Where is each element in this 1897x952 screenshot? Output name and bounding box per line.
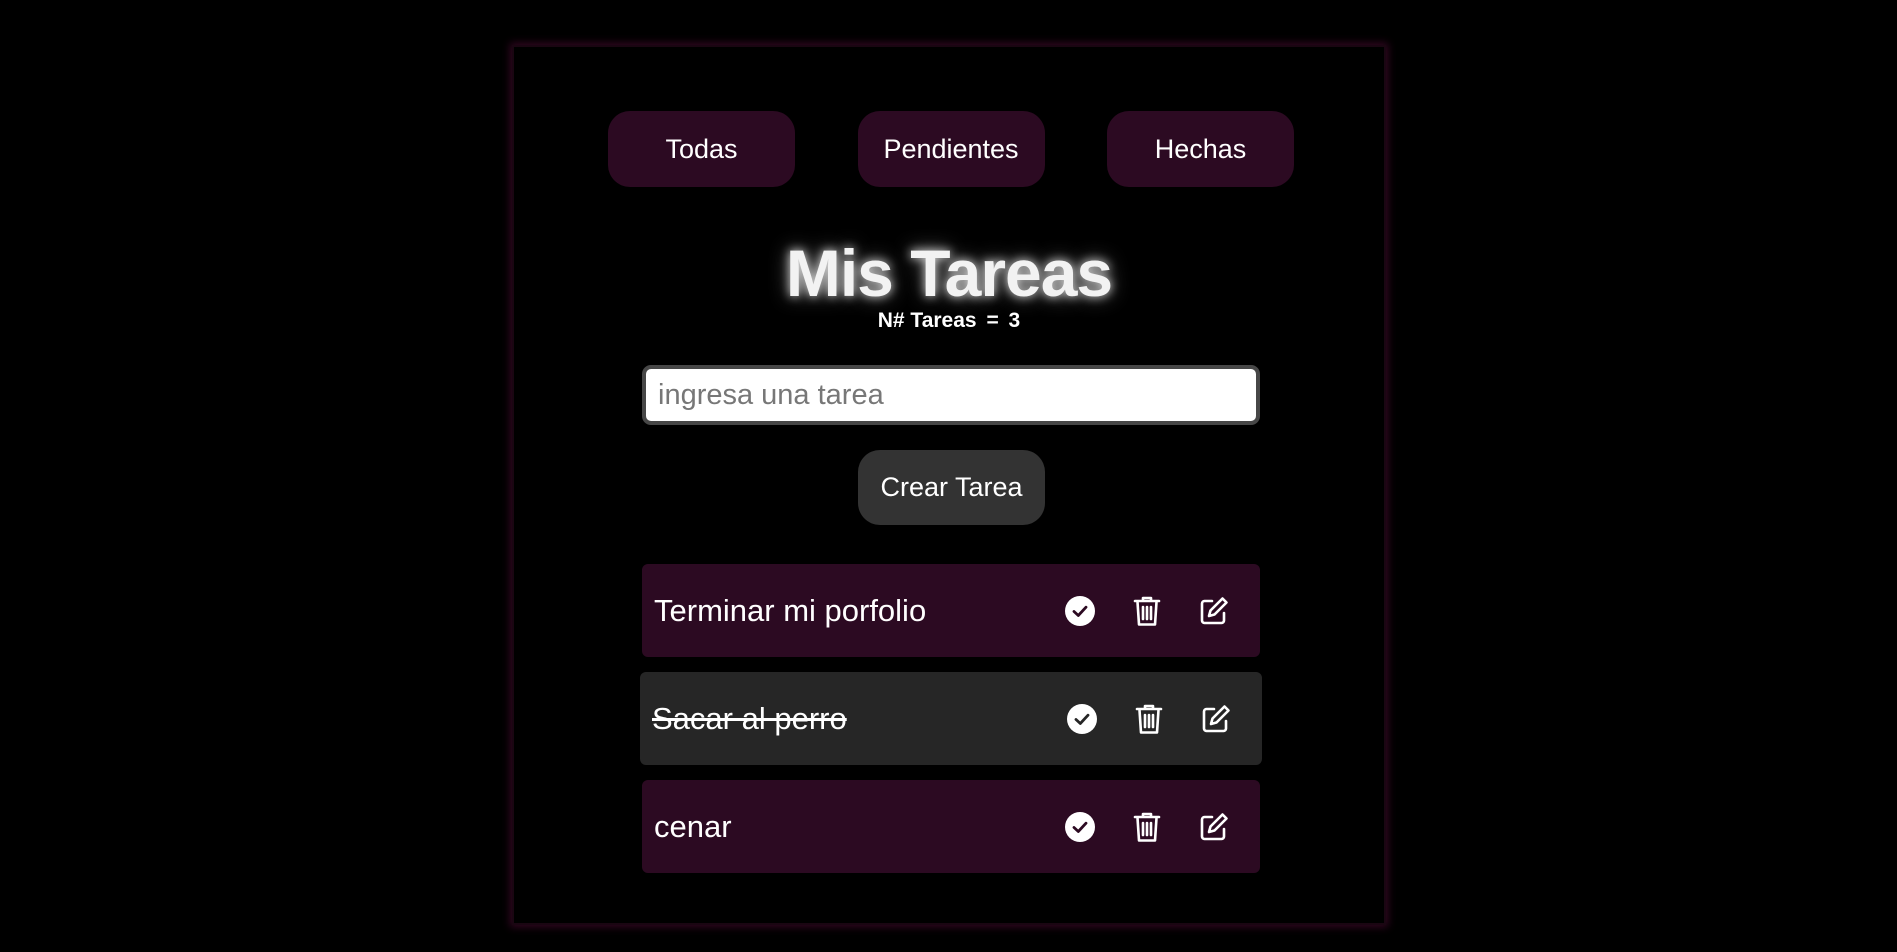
trash-icon[interactable] (1132, 702, 1165, 735)
task-item: cenar (642, 780, 1260, 873)
task-counter: N# Tareas = 3 (514, 309, 1384, 333)
task-actions (1065, 702, 1262, 735)
task-list: Terminar mi porfolio Sacar al perro cena… (640, 564, 1262, 888)
filter-pending-button[interactable]: Pendientes (857, 111, 1045, 187)
trash-icon[interactable] (1130, 594, 1163, 627)
task-text: Terminar mi porfolio (654, 592, 927, 628)
task-item: Terminar mi porfolio (642, 564, 1260, 657)
task-text: Sacar al perro (652, 700, 847, 736)
task-input[interactable] (642, 365, 1260, 425)
check-circle-icon[interactable] (1065, 702, 1098, 735)
task-counter-separator: = (986, 309, 999, 332)
page-title: Mis Tareas (785, 236, 1113, 310)
edit-icon[interactable] (1199, 702, 1232, 735)
task-item-done: Sacar al perro (640, 672, 1262, 765)
edit-icon[interactable] (1197, 810, 1230, 843)
edit-icon[interactable] (1197, 594, 1230, 627)
todo-panel: Todas Pendientes Hechas Mis Tareas N# Ta… (512, 45, 1386, 925)
check-circle-icon[interactable] (1063, 810, 1096, 843)
task-actions (1063, 810, 1260, 843)
task-counter-value: 3 (1008, 309, 1021, 332)
check-circle-icon[interactable] (1063, 594, 1096, 627)
task-counter-label: N# Tareas (877, 309, 977, 332)
filter-done-button[interactable]: Hechas (1107, 111, 1294, 187)
task-actions (1063, 594, 1260, 627)
task-text: cenar (654, 808, 732, 844)
filter-bar: Todas Pendientes Hechas (608, 111, 1294, 187)
trash-icon[interactable] (1130, 810, 1163, 843)
create-task-button[interactable]: Crear Tarea (858, 450, 1045, 525)
filter-all-button[interactable]: Todas (608, 111, 795, 187)
